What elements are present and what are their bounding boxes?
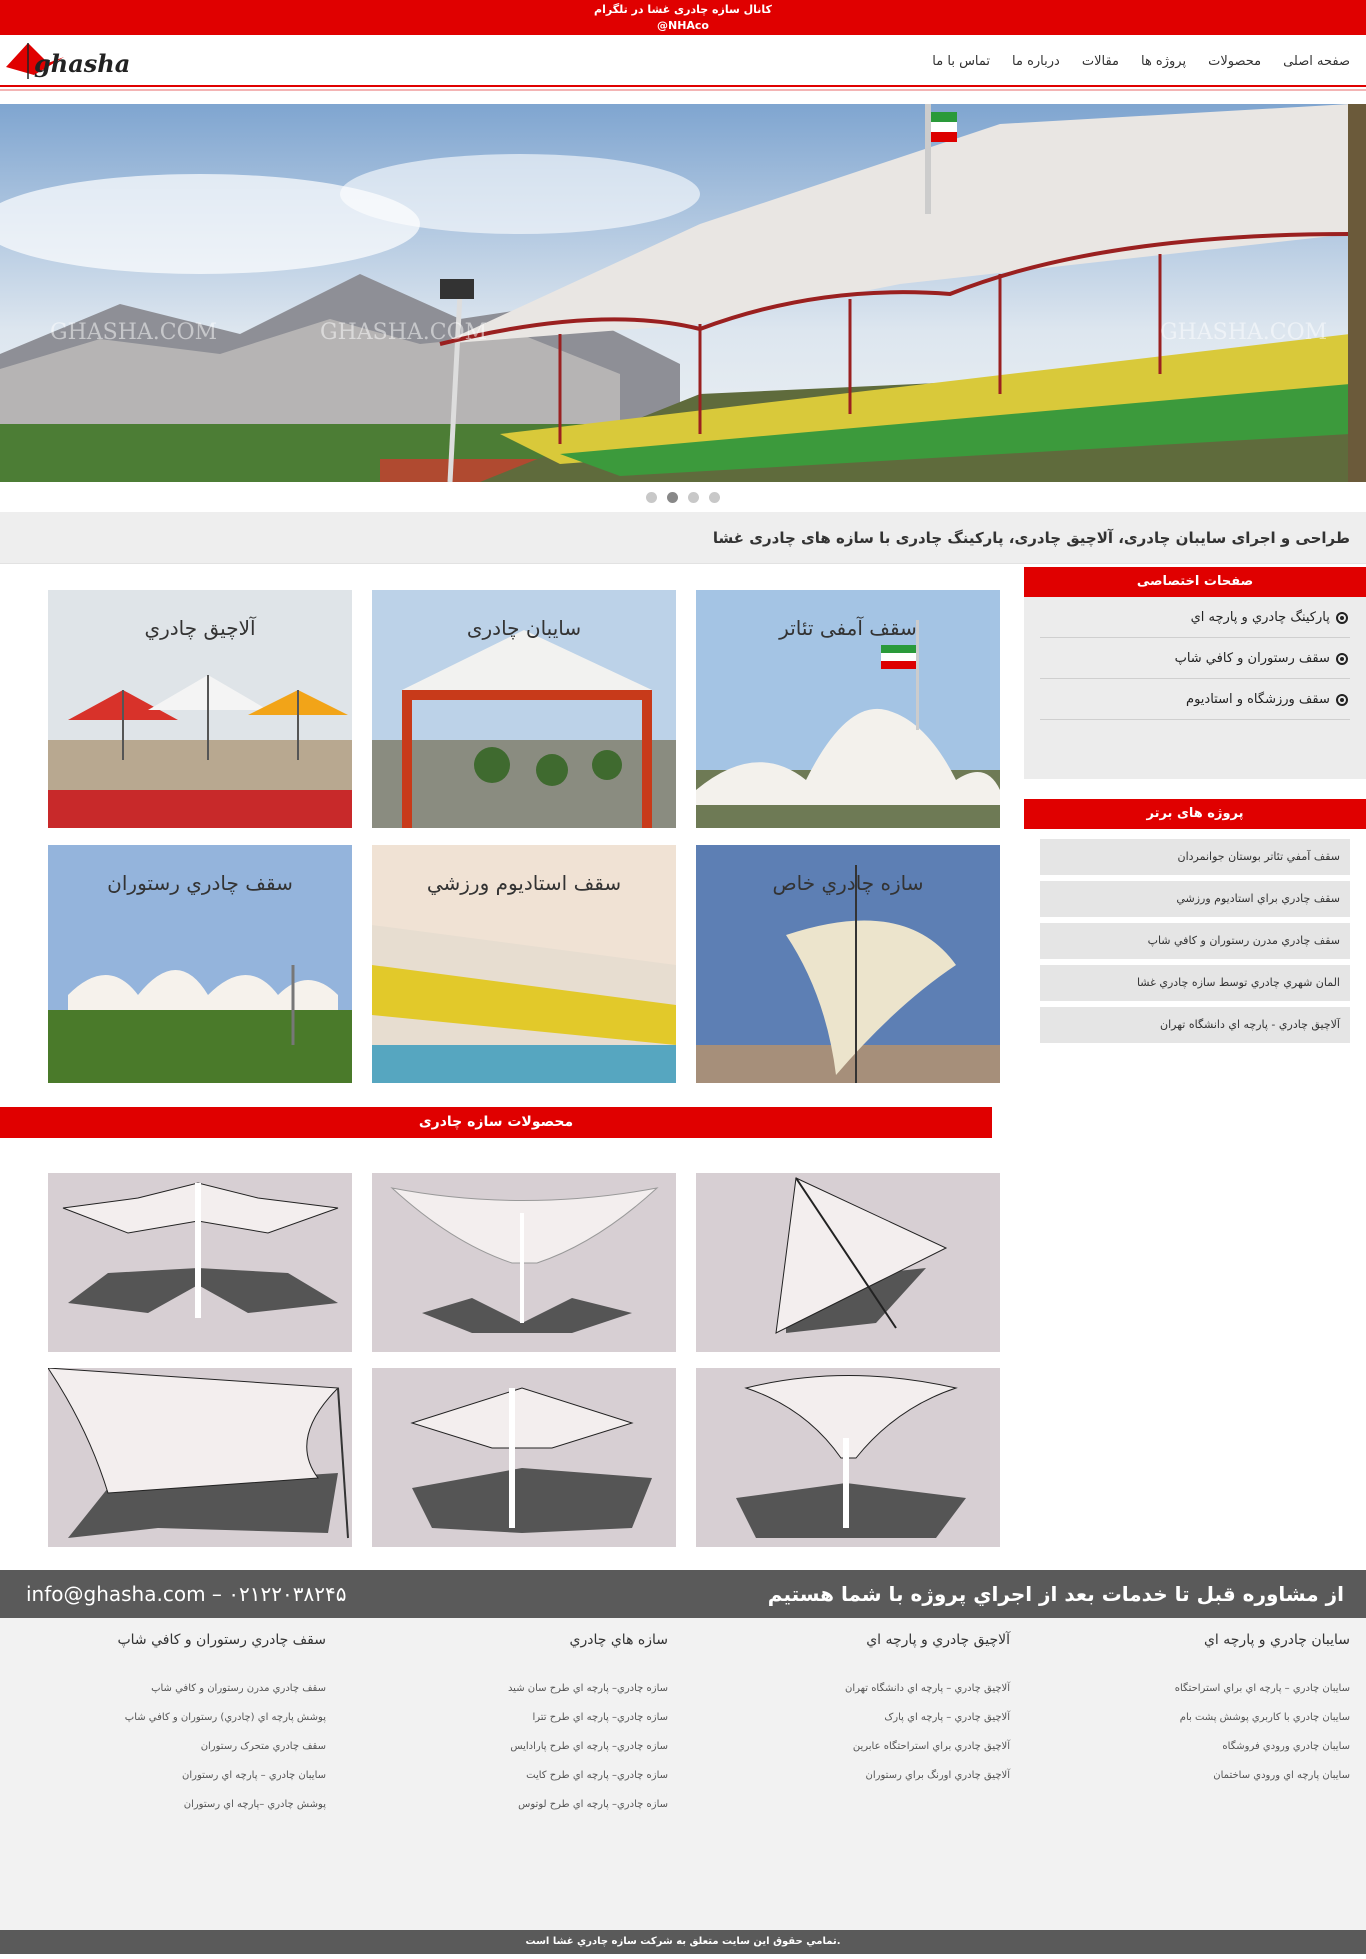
nav-home[interactable]: صفحه اصلی <box>1283 54 1350 69</box>
product-lotus[interactable] <box>696 1368 1000 1547</box>
main-nav: صفحه اصلی محصولات پروژه ها مقالات درباره… <box>910 35 1350 87</box>
project-link-4[interactable]: المان شهري چادري توسط سازه چادري غشا <box>1040 965 1350 1001</box>
project-link-5[interactable]: آلاچيق چادري - پارچه اي دانشگاه تهران <box>1040 1007 1350 1043</box>
contact-strip: info@ghasha.com – ۰۲۱۲۲۰۳۸۲۴۵ از مشاوره … <box>0 1570 1366 1618</box>
slider-watermark-1: GHASHA.COM <box>50 320 217 345</box>
logo-text: ghasha <box>34 49 131 78</box>
footer-link[interactable]: آلاچيق چادري براي استراحتگاه عابرين <box>690 1732 1010 1761</box>
special-pages-box: صفحات اختصاصی پارکینگ چادري و پارچه اي س… <box>1024 567 1366 779</box>
site-header: ghasha صفحه اصلی محصولات پروژه ها مقالات… <box>0 35 1366 91</box>
footer-column-restaurant: سقف چادري رستوران و کافي شاپ سقف چادري م… <box>6 1632 326 1819</box>
project-link-3[interactable]: سقف چادري مدرن رستوران و کافي شاپ <box>1040 923 1350 959</box>
footer-link[interactable]: آلاچيق چادري – پارچه اي دانشگاه تهران <box>690 1674 1010 1703</box>
footer-column-gazebo: آلاچيق چادري و پارچه اي آلاچيق چادري – پ… <box>690 1632 1010 1790</box>
hero-slider[interactable]: GHASHA.COM GHASHA.COM GHASHA.COM <box>0 104 1366 482</box>
footer-link[interactable]: سازه چادري– پارچه اي طرح سان شيد <box>348 1674 668 1703</box>
category-card-special-structure[interactable]: سازه چادري خاص <box>696 845 1000 1083</box>
special-pages-title: صفحات اختصاصی <box>1024 567 1366 597</box>
umbrella-structure-icon <box>62 1182 339 1318</box>
special-link-label: پارکینگ چادري و پارچه اي <box>1190 610 1330 625</box>
category-title: سایبان چادری <box>466 616 582 640</box>
special-link-restaurant[interactable]: سقف رستوران و کافي شاپ <box>1040 638 1350 679</box>
footer-link[interactable]: سازه چادري– پارچه اي طرح کايت <box>348 1761 668 1790</box>
top-projects-box: پروژه های برتر <box>1024 799 1366 829</box>
footer-link[interactable]: پوشش چادري –پارچه اي رستوران <box>6 1790 326 1819</box>
special-link-stadium[interactable]: سقف ورزشگاه و استاديوم <box>1040 679 1350 720</box>
lotus-structure-icon <box>736 1375 966 1538</box>
circle-bullet-icon <box>1336 652 1348 665</box>
category-card-gazebo[interactable]: آلاچيق چادري <box>48 590 352 828</box>
products-heading: محصولات سازه چادری <box>0 1107 992 1138</box>
footer-link[interactable]: آلاچيق چادري – پارچه اي پارک <box>690 1703 1010 1732</box>
product-kite[interactable] <box>696 1173 1000 1352</box>
special-link-label: سقف رستوران و کافي شاپ <box>1174 651 1330 666</box>
footer-column-title: سازه هاي چادري <box>569 1632 668 1648</box>
footer-link[interactable]: سايبان چادري – پارچه اي براي استراحتگاه <box>1030 1674 1350 1703</box>
project-link-2[interactable]: سقف چادري براي استاديوم ورزشي <box>1040 881 1350 917</box>
footer-link[interactable]: سايبان چادري ورودي فروشگاه <box>1030 1732 1350 1761</box>
footer-column-structures: سازه هاي چادري سازه چادري– پارچه اي طرح … <box>348 1632 668 1819</box>
circle-bullet-icon <box>1336 611 1348 624</box>
telegram-banner-handle: @NHAco <box>656 19 709 32</box>
footer-column-title: سايبان چادري و پارچه اي <box>1203 1632 1350 1648</box>
slider-watermark-2: GHASHA.COM <box>320 320 487 345</box>
footer-link[interactable]: پوشش پارچه اي (چادري) رستوران و کافي شاپ <box>6 1703 326 1732</box>
slider-dot-3[interactable] <box>688 492 699 503</box>
telegram-banner-title: کانال سازه چادری غشا در تلگرام <box>594 3 772 16</box>
footer-link[interactable]: سقف چادري مدرن رستوران و کافي شاپ <box>6 1674 326 1703</box>
copyright: .تمامي حقوق اين سايت متعلق به شرکت سازه … <box>0 1930 1366 1954</box>
slider-dots <box>0 492 1366 506</box>
category-title: سقف استاديوم ورزشي <box>426 871 622 895</box>
category-title: آلاچيق چادري <box>144 616 256 640</box>
category-card-canopy[interactable]: سایبان چادری <box>372 590 676 828</box>
footer-link[interactable]: سازه چادري– پارچه اي طرح تترا <box>348 1703 668 1732</box>
top-projects-title: پروژه های برتر <box>1024 799 1366 829</box>
contact-email-phone[interactable]: info@ghasha.com – ۰۲۱۲۲۰۳۸۲۴۵ <box>26 1570 346 1618</box>
special-link-parking[interactable]: پارکینگ چادري و پارچه اي <box>1040 597 1350 638</box>
footer-link[interactable]: سايبان چادري – پارچه اي رستوران <box>6 1761 326 1790</box>
category-card-restaurant[interactable]: سقف چادري رستوران <box>48 845 352 1083</box>
product-tetra[interactable] <box>372 1173 676 1352</box>
footer-link[interactable]: سقف چادري متحرک رستوران <box>6 1732 326 1761</box>
footer-link[interactable]: سازه چادري– پارچه اي طرح پارادايس <box>348 1732 668 1761</box>
nav-contact[interactable]: تماس با ما <box>932 54 990 69</box>
footer-link[interactable]: سايبان پارچه اي ورودي ساختمان <box>1030 1761 1350 1790</box>
footer-column-title: آلاچيق چادري و پارچه اي <box>866 1632 1010 1648</box>
project-link-1[interactable]: سقف آمفي تئاتر بوستان جوانمردان <box>1040 839 1350 875</box>
circle-bullet-icon <box>1336 693 1348 706</box>
product-sunshade[interactable] <box>48 1173 352 1352</box>
product-paradise[interactable] <box>48 1368 352 1547</box>
footer-column-title: سقف چادري رستوران و کافي شاپ <box>117 1632 326 1648</box>
funnel-structure-icon <box>390 1187 659 1333</box>
sail-structure-icon <box>48 1368 349 1539</box>
footer-link[interactable]: آلاچيق چادري اورنگ براي رستوران <box>690 1761 1011 1790</box>
category-card-amphitheater[interactable]: سقف آمفی تئاتر <box>696 590 1000 828</box>
slider-dot-2[interactable] <box>667 492 678 503</box>
nav-about[interactable]: درباره ما <box>1012 54 1060 69</box>
parasol-structure-icon <box>410 1387 652 1533</box>
nav-projects[interactable]: پروژه ها <box>1141 54 1186 69</box>
footer-link[interactable]: سايبان چادري با کاربري پوشش پشت بام <box>1030 1703 1350 1732</box>
slider-watermark-3: GHASHA.COM <box>1160 320 1327 345</box>
footer-column-canopy: سايبان چادري و پارچه اي سايبان چادري – پ… <box>1030 1632 1350 1790</box>
slider-dot-4[interactable] <box>709 492 720 503</box>
contact-slogan: از مشاوره قبل تا خدمات بعد از اجراي پروژ… <box>767 1582 1344 1606</box>
footer-link[interactable]: سازه چادري– پارچه اي طرح لوتوس <box>348 1790 668 1819</box>
nav-products[interactable]: محصولات <box>1208 54 1261 69</box>
footer: سايبان چادري و پارچه اي سايبان چادري – پ… <box>0 1618 1366 1930</box>
product-parasol[interactable] <box>372 1368 676 1547</box>
telegram-banner[interactable]: کانال سازه چادری غشا در تلگرام @NHAco <box>0 0 1366 35</box>
category-title: سقف آمفی تئاتر <box>779 616 917 640</box>
category-title: سازه چادري خاص <box>772 871 924 895</box>
tagline: طراحی و اجرای سایبان چادری، آلاچیق چادری… <box>0 512 1366 564</box>
category-card-stadium[interactable]: سقف استاديوم ورزشي <box>372 845 676 1083</box>
kite-structure-icon <box>775 1177 948 1334</box>
logo[interactable]: ghasha <box>4 39 134 83</box>
stadium-canopy-photo: GHASHA.COM GHASHA.COM GHASHA.COM <box>0 104 1366 482</box>
nav-articles[interactable]: مقالات <box>1082 54 1119 69</box>
category-title: سقف چادري رستوران <box>107 871 293 895</box>
slider-dot-1[interactable] <box>646 492 657 503</box>
special-link-label: سقف ورزشگاه و استاديوم <box>1186 692 1330 707</box>
